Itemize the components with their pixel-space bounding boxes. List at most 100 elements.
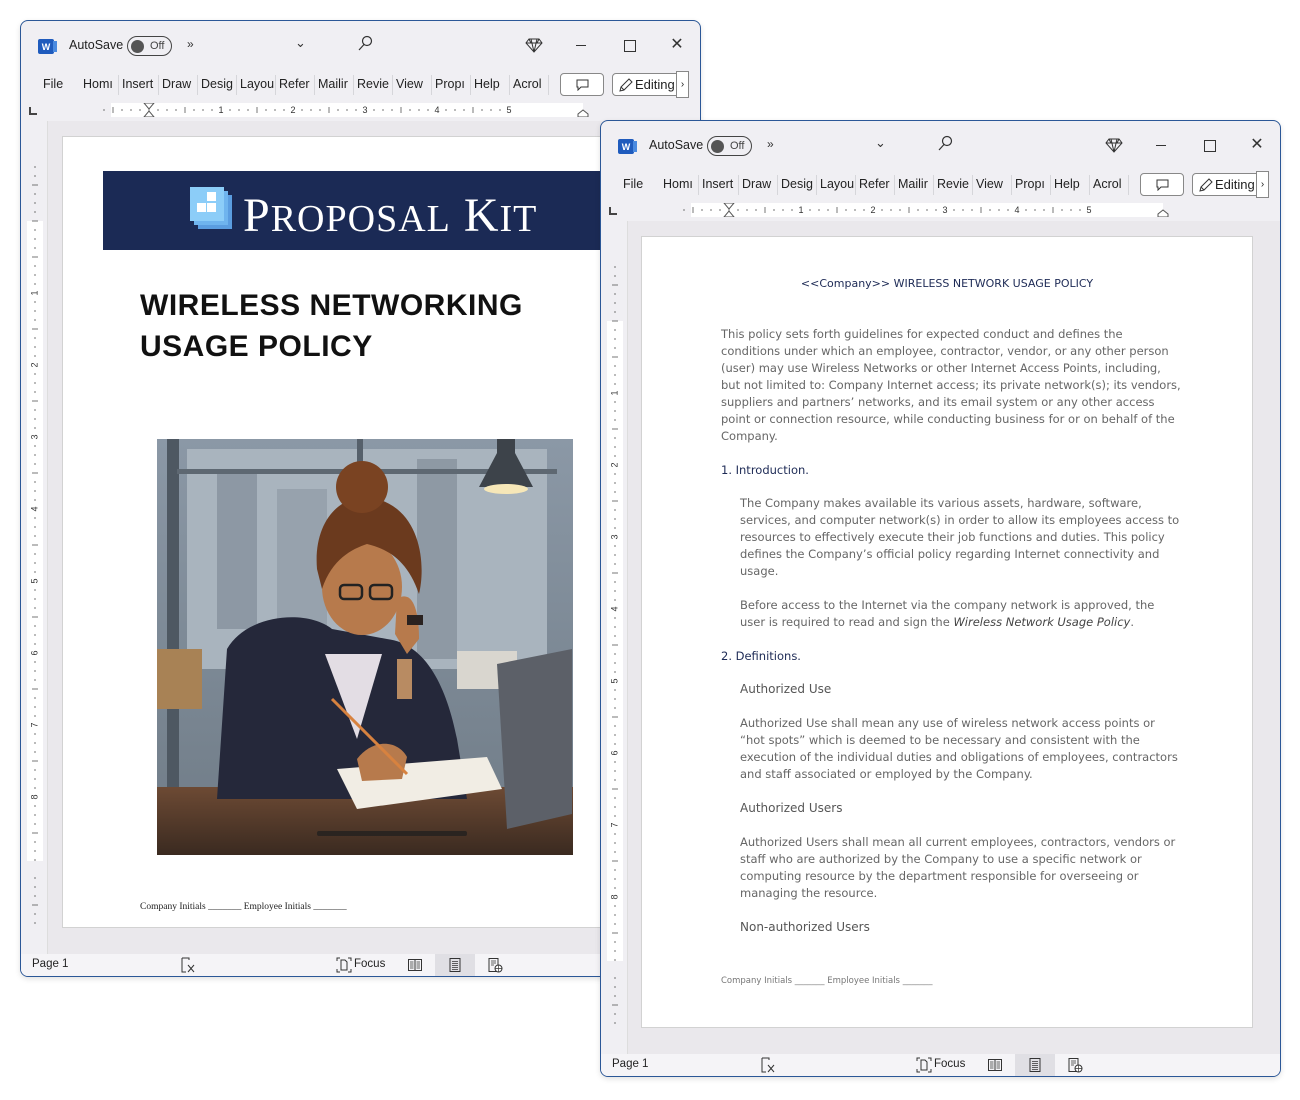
focus-mode-icon[interactable] (916, 1057, 932, 1073)
tab-divider (197, 75, 198, 95)
tab-insert[interactable]: Insert (702, 177, 736, 191)
tab-home[interactable]: Homı (83, 77, 116, 91)
tab-references[interactable]: Refer (279, 77, 313, 91)
tab-help[interactable]: Help (1054, 177, 1088, 191)
ribbon-overflow-button[interactable]: › (676, 71, 689, 98)
web-layout-icon[interactable] (1067, 1057, 1083, 1073)
chevron-down-icon[interactable]: ⌄ (295, 35, 306, 51)
search-icon[interactable] (937, 135, 953, 153)
tab-insert[interactable]: Insert (122, 77, 156, 91)
minimize-button[interactable] (1151, 133, 1171, 157)
right-indent-marker[interactable] (1157, 209, 1169, 217)
ruler-number: 8 (609, 894, 619, 899)
cover-title: WIRELESS NETWORKING USAGE POLICY (140, 289, 523, 363)
horizontal-ruler[interactable]: 1 2 3 4 5 (59, 103, 664, 117)
tab-mailings[interactable]: Mailir (318, 77, 352, 91)
tab-file[interactable]: File (623, 177, 649, 191)
ruler-number: 7 (29, 722, 39, 727)
ruler-number: 2 (29, 362, 39, 367)
definition-heading: Authorized Users (740, 801, 843, 815)
tab-divider (1089, 175, 1090, 195)
introduction-paragraph: The Company makes available its various … (740, 496, 1180, 578)
chevron-down-icon[interactable]: ⌄ (875, 135, 886, 151)
ruler-number: 3 (942, 205, 947, 215)
tab-design[interactable]: Desig (201, 77, 235, 91)
ribbon-overflow-button[interactable]: › (1256, 171, 1269, 198)
print-layout-icon[interactable] (447, 957, 463, 973)
tab-properties[interactable]: Propı (435, 77, 468, 91)
tab-acrobat[interactable]: Acrol (1093, 177, 1125, 191)
vertical-ruler[interactable]: 1 2 3 4 5 6 7 8 (27, 133, 43, 933)
section-heading-introduction: 1. Introduction. (721, 463, 809, 477)
vertical-ruler[interactable]: 1 2 3 4 5 6 7 8 (607, 233, 623, 1033)
diamond-icon[interactable] (525, 36, 543, 54)
web-layout-icon[interactable] (487, 957, 503, 973)
tab-properties[interactable]: Propı (1015, 177, 1048, 191)
ruler-number: 5 (29, 578, 39, 583)
tab-divider (972, 175, 973, 195)
comment-icon (576, 79, 589, 91)
read-mode-icon[interactable] (407, 957, 423, 973)
print-layout-icon[interactable] (1027, 1057, 1043, 1073)
ribbon-tabs: File Homı Insert Draw Desig Layou Refer … (21, 71, 700, 99)
tab-draw[interactable]: Draw (742, 177, 776, 191)
minimize-button[interactable] (571, 33, 591, 57)
tab-stop-selector[interactable] (609, 207, 617, 215)
ruler-number: 3 (29, 434, 39, 439)
tab-divider (236, 75, 237, 95)
diamond-icon[interactable] (1105, 136, 1123, 154)
focus-mode-icon[interactable] (336, 957, 352, 973)
accessibility-check-icon[interactable] (180, 957, 196, 973)
ruler-number: 3 (609, 534, 619, 539)
comments-button[interactable] (560, 73, 604, 96)
tab-mailings[interactable]: Mailir (898, 177, 932, 191)
tab-layout[interactable]: Layou (820, 177, 854, 191)
tab-view[interactable]: View (976, 177, 1010, 191)
ruler-number: 6 (29, 650, 39, 655)
tab-references[interactable]: Refer (859, 177, 893, 191)
comments-button[interactable] (1140, 173, 1184, 196)
autosave-toggle[interactable]: Off (707, 136, 752, 156)
document-page[interactable]: <<Company>> WIRELESS NETWORK USAGE POLIC… (641, 236, 1253, 1028)
right-indent-marker[interactable] (577, 109, 589, 117)
ruler-number: 4 (609, 606, 619, 611)
tab-divider (855, 175, 856, 195)
read-mode-icon[interactable] (987, 1057, 1003, 1073)
tab-design[interactable]: Desig (781, 177, 815, 191)
initials-footer: Company Initials _______ Employee Initia… (140, 902, 347, 912)
title-bar: W AutoSave Off » ⌄ ✕ (601, 121, 1280, 169)
tab-divider (470, 75, 471, 95)
autosave-label: AutoSave (69, 38, 124, 52)
page-number[interactable]: Page 1 (612, 1058, 648, 1070)
tab-draw[interactable]: Draw (162, 77, 196, 91)
maximize-button[interactable] (1199, 133, 1219, 157)
tab-home[interactable]: Homı (663, 177, 696, 191)
accessibility-check-icon[interactable] (760, 1057, 776, 1073)
maximize-button[interactable] (619, 33, 639, 57)
double-chevron-right-icon[interactable]: » (187, 37, 194, 51)
double-chevron-right-icon[interactable]: » (767, 137, 774, 151)
tab-view[interactable]: View (396, 77, 430, 91)
document-page[interactable]: PROPOSAL KIT WIRELESS NETWORKING USAGE P… (62, 136, 622, 928)
tab-help[interactable]: Help (474, 77, 508, 91)
focus-label[interactable]: Focus (934, 1058, 965, 1070)
tab-file[interactable]: File (43, 77, 69, 91)
ruler-number: 1 (609, 390, 619, 395)
close-button[interactable]: ✕ (1247, 133, 1267, 157)
tab-review[interactable]: Revie (937, 177, 971, 191)
focus-label[interactable]: Focus (354, 958, 385, 970)
page-number[interactable]: Page 1 (32, 958, 68, 970)
tab-stop-selector[interactable] (29, 107, 37, 115)
tab-divider (894, 175, 895, 195)
search-icon[interactable] (357, 35, 373, 53)
ruler-number: 8 (29, 794, 39, 799)
tab-acrobat[interactable]: Acrol (513, 77, 545, 91)
ruler-number: 3 (362, 105, 367, 115)
status-bar: Page 1 Focus (21, 954, 700, 976)
ruler-number: 7 (609, 822, 619, 827)
tab-layout[interactable]: Layou (240, 77, 274, 91)
autosave-toggle[interactable]: Off (127, 36, 172, 56)
horizontal-ruler[interactable]: 1 2 3 4 5 (639, 203, 1244, 217)
close-button[interactable]: ✕ (667, 33, 687, 57)
tab-review[interactable]: Revie (357, 77, 391, 91)
